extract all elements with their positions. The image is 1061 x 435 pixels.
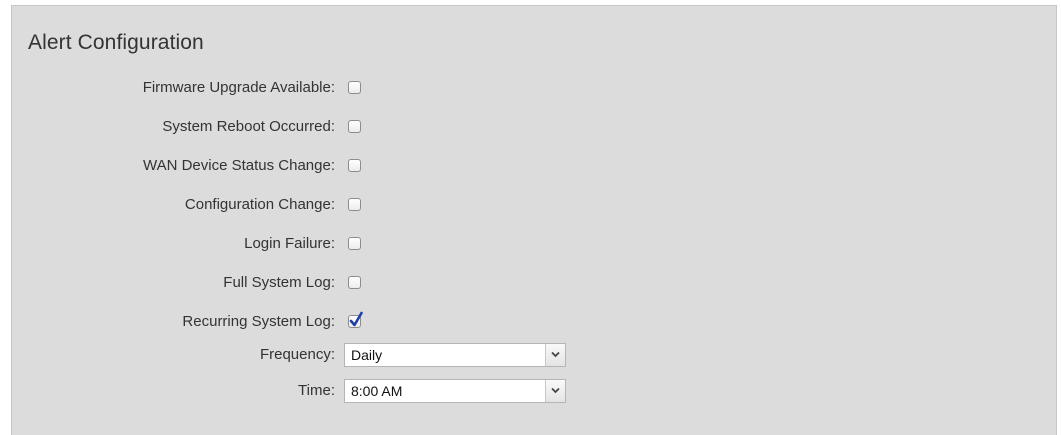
frequency-selected-value: Daily <box>351 347 383 363</box>
alert-label-wan-device-status: WAN Device Status Change: <box>142 157 335 174</box>
alert-label-login-failure: Login Failure: <box>244 235 335 252</box>
frequency-dropdown-button[interactable] <box>545 344 565 366</box>
time-dropdown-button[interactable] <box>545 380 565 402</box>
login-failure-checkbox[interactable] <box>348 237 361 250</box>
frequency-row: Frequency: Daily <box>12 343 1056 367</box>
section-title: Alert Configuration <box>28 31 204 54</box>
full-system-log-checkbox[interactable] <box>348 276 361 289</box>
time-label: Time: <box>298 382 335 399</box>
alert-label-configuration-change: Configuration Change: <box>184 196 335 213</box>
alert-row-configuration-change: Configuration Change: <box>12 193 1056 217</box>
alert-label-system-reboot: System Reboot Occurred: <box>162 118 335 135</box>
alert-label-firmware-upgrade: Firmware Upgrade Available: <box>142 79 335 96</box>
alert-label-recurring-system-log: Recurring System Log: <box>182 313 335 330</box>
time-select[interactable]: 8:00 AM <box>344 379 566 403</box>
wan-device-status-checkbox[interactable] <box>348 159 361 172</box>
time-selected-value: 8:00 AM <box>351 383 403 399</box>
chevron-down-icon <box>551 387 560 394</box>
alert-row-login-failure: Login Failure: <box>12 232 1056 256</box>
frequency-select[interactable]: Daily <box>344 343 566 367</box>
configuration-change-checkbox[interactable] <box>348 198 361 211</box>
checkmark-icon <box>349 311 363 327</box>
alert-row-system-reboot: System Reboot Occurred: <box>12 115 1056 139</box>
alert-label-full-system-log: Full System Log: <box>223 274 335 291</box>
firmware-upgrade-checkbox[interactable] <box>348 81 361 94</box>
time-row: Time: 8:00 AM <box>12 379 1056 403</box>
recurring-system-log-checkbox[interactable] <box>348 311 363 328</box>
frequency-label: Frequency: <box>259 346 335 363</box>
alert-row-firmware-upgrade: Firmware Upgrade Available: <box>12 76 1056 100</box>
alert-configuration-panel: Alert Configuration Firmware Upgrade Ava… <box>11 5 1057 435</box>
system-reboot-checkbox[interactable] <box>348 120 361 133</box>
alert-row-full-system-log: Full System Log: <box>12 271 1056 295</box>
alert-row-recurring-system-log: Recurring System Log: <box>12 310 1056 334</box>
chevron-down-icon <box>551 351 560 358</box>
alert-row-wan-device-status: WAN Device Status Change: <box>12 154 1056 178</box>
